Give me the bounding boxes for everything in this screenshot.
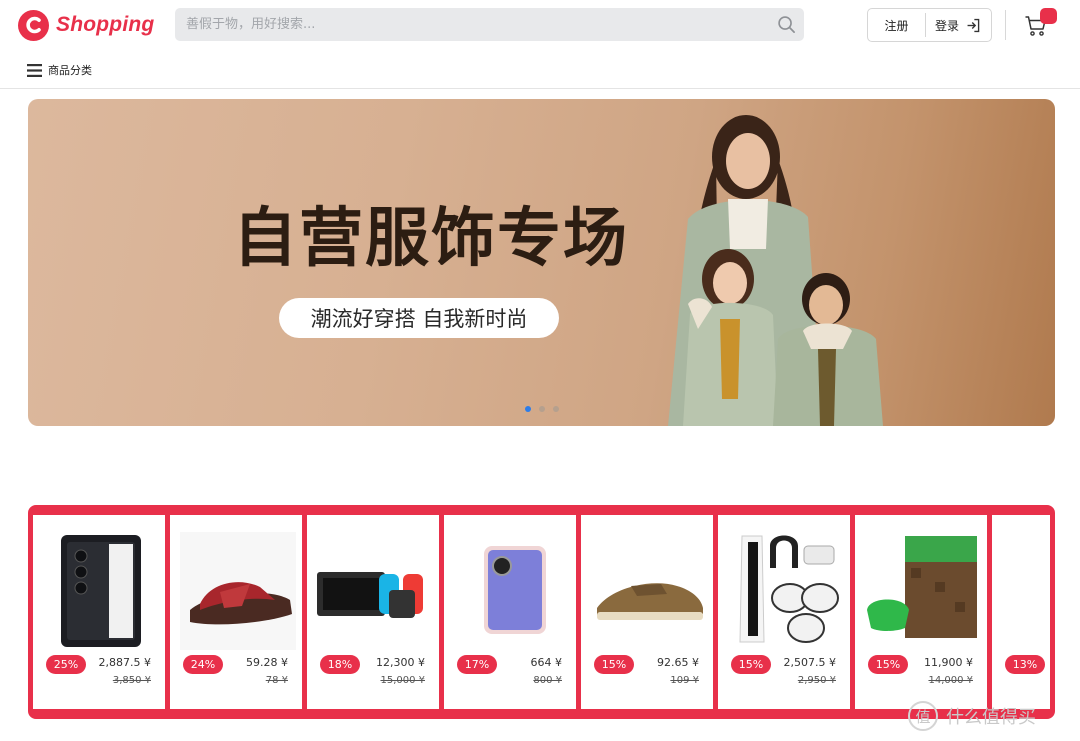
original-price: 109 ¥ bbox=[670, 675, 699, 686]
register-button[interactable]: 注册 bbox=[868, 17, 925, 34]
sale-price: 2,887.5 ¥ bbox=[98, 656, 151, 669]
deals-track: 25% 2,887.5 ¥ 3,850 ¥ 24% 59.28 ¥ 78 ¥ 18% 12,3… bbox=[33, 515, 1050, 709]
discount-badge: 15% bbox=[868, 655, 908, 674]
discount-badge: 15% bbox=[594, 655, 634, 674]
login-button[interactable]: 登录 bbox=[926, 17, 991, 34]
discount-badge: 15% bbox=[731, 655, 771, 674]
category-menu-label: 商品分类 bbox=[48, 64, 92, 77]
discount-badge: 18% bbox=[320, 655, 360, 674]
sale-price: 11,900 ¥ bbox=[924, 656, 973, 669]
discount-badge: 25% bbox=[46, 655, 86, 674]
auth-buttons: 注册 登录 bbox=[867, 8, 992, 42]
watermark: 值 什么值得买 bbox=[908, 701, 1036, 731]
discount-badge: 24% bbox=[183, 655, 223, 674]
watermark-text: 什么值得买 bbox=[946, 707, 1036, 728]
product-image bbox=[1002, 532, 1050, 650]
search-bar bbox=[175, 8, 804, 41]
banner-title: 自营服饰专场 bbox=[233, 202, 629, 276]
deal-card[interactable]: 25% 2,887.5 ¥ 3,850 ¥ bbox=[33, 515, 165, 709]
deal-card[interactable]: 18% 12,300 ¥ 15,000 ¥ bbox=[307, 515, 439, 709]
hero-banner[interactable]: 自营服饰专场 潮流好穿搭 自我新时尚 bbox=[28, 99, 1055, 426]
original-price: 14,000 ¥ bbox=[928, 675, 973, 686]
discount-badge: 13% bbox=[1005, 655, 1045, 674]
original-price: 800 ¥ bbox=[533, 675, 562, 686]
product-image bbox=[865, 532, 981, 650]
product-image bbox=[591, 532, 707, 650]
deal-card[interactable]: 24% 59.28 ¥ 78 ¥ bbox=[170, 515, 302, 709]
product-image bbox=[728, 532, 844, 650]
logo-icon bbox=[18, 9, 49, 41]
cart-badge bbox=[1040, 8, 1057, 24]
search-icon[interactable] bbox=[777, 15, 796, 34]
header-divider bbox=[1005, 10, 1006, 40]
product-image bbox=[454, 532, 570, 650]
carousel-dot[interactable] bbox=[539, 406, 545, 412]
banner-subtitle: 潮流好穿搭 自我新时尚 bbox=[279, 298, 559, 338]
login-label: 登录 bbox=[934, 18, 959, 33]
hamburger-icon bbox=[27, 63, 42, 77]
product-image bbox=[43, 532, 159, 650]
product-image bbox=[317, 532, 433, 650]
sub-navigation: 商品分类 bbox=[0, 50, 1080, 89]
deal-card[interactable]: 15% 11,900 ¥ 14,000 ¥ bbox=[855, 515, 987, 709]
banner-model-photo bbox=[668, 115, 883, 426]
logo-text: Shopping bbox=[56, 13, 155, 36]
carousel-dot[interactable] bbox=[525, 406, 531, 412]
deal-card[interactable]: 15% 2,507.5 ¥ 2,950 ¥ bbox=[718, 515, 850, 709]
deal-card[interactable]: 13% bbox=[992, 515, 1050, 709]
original-price: 78 ¥ bbox=[265, 675, 288, 686]
category-menu-button[interactable]: 商品分类 bbox=[27, 62, 92, 78]
logo[interactable]: Shopping bbox=[18, 9, 154, 41]
original-price: 15,000 ¥ bbox=[380, 675, 425, 686]
deal-card[interactable]: 15% 92.65 ¥ 109 ¥ bbox=[581, 515, 713, 709]
watermark-logo-icon: 值 bbox=[908, 701, 938, 731]
header: Shopping 注册 登录 bbox=[0, 0, 1080, 50]
product-image bbox=[180, 532, 296, 650]
original-price: 2,950 ¥ bbox=[797, 675, 836, 686]
sale-price: 664 ¥ bbox=[530, 656, 563, 669]
sale-price: 59.28 ¥ bbox=[246, 656, 288, 669]
login-arrow-icon bbox=[967, 18, 980, 32]
carousel-dot[interactable] bbox=[553, 406, 559, 412]
sale-price: 2,507.5 ¥ bbox=[783, 656, 836, 669]
deals-strip: 25% 2,887.5 ¥ 3,850 ¥ 24% 59.28 ¥ 78 ¥ 18% 12,3… bbox=[28, 505, 1055, 719]
carousel-dots bbox=[525, 406, 567, 412]
sale-price: 92.65 ¥ bbox=[657, 656, 699, 669]
search-input[interactable] bbox=[175, 8, 755, 41]
sale-price: 12,300 ¥ bbox=[376, 656, 425, 669]
original-price: 3,850 ¥ bbox=[112, 675, 151, 686]
discount-badge: 17% bbox=[457, 655, 497, 674]
deal-card[interactable]: 17% 664 ¥ 800 ¥ bbox=[444, 515, 576, 709]
